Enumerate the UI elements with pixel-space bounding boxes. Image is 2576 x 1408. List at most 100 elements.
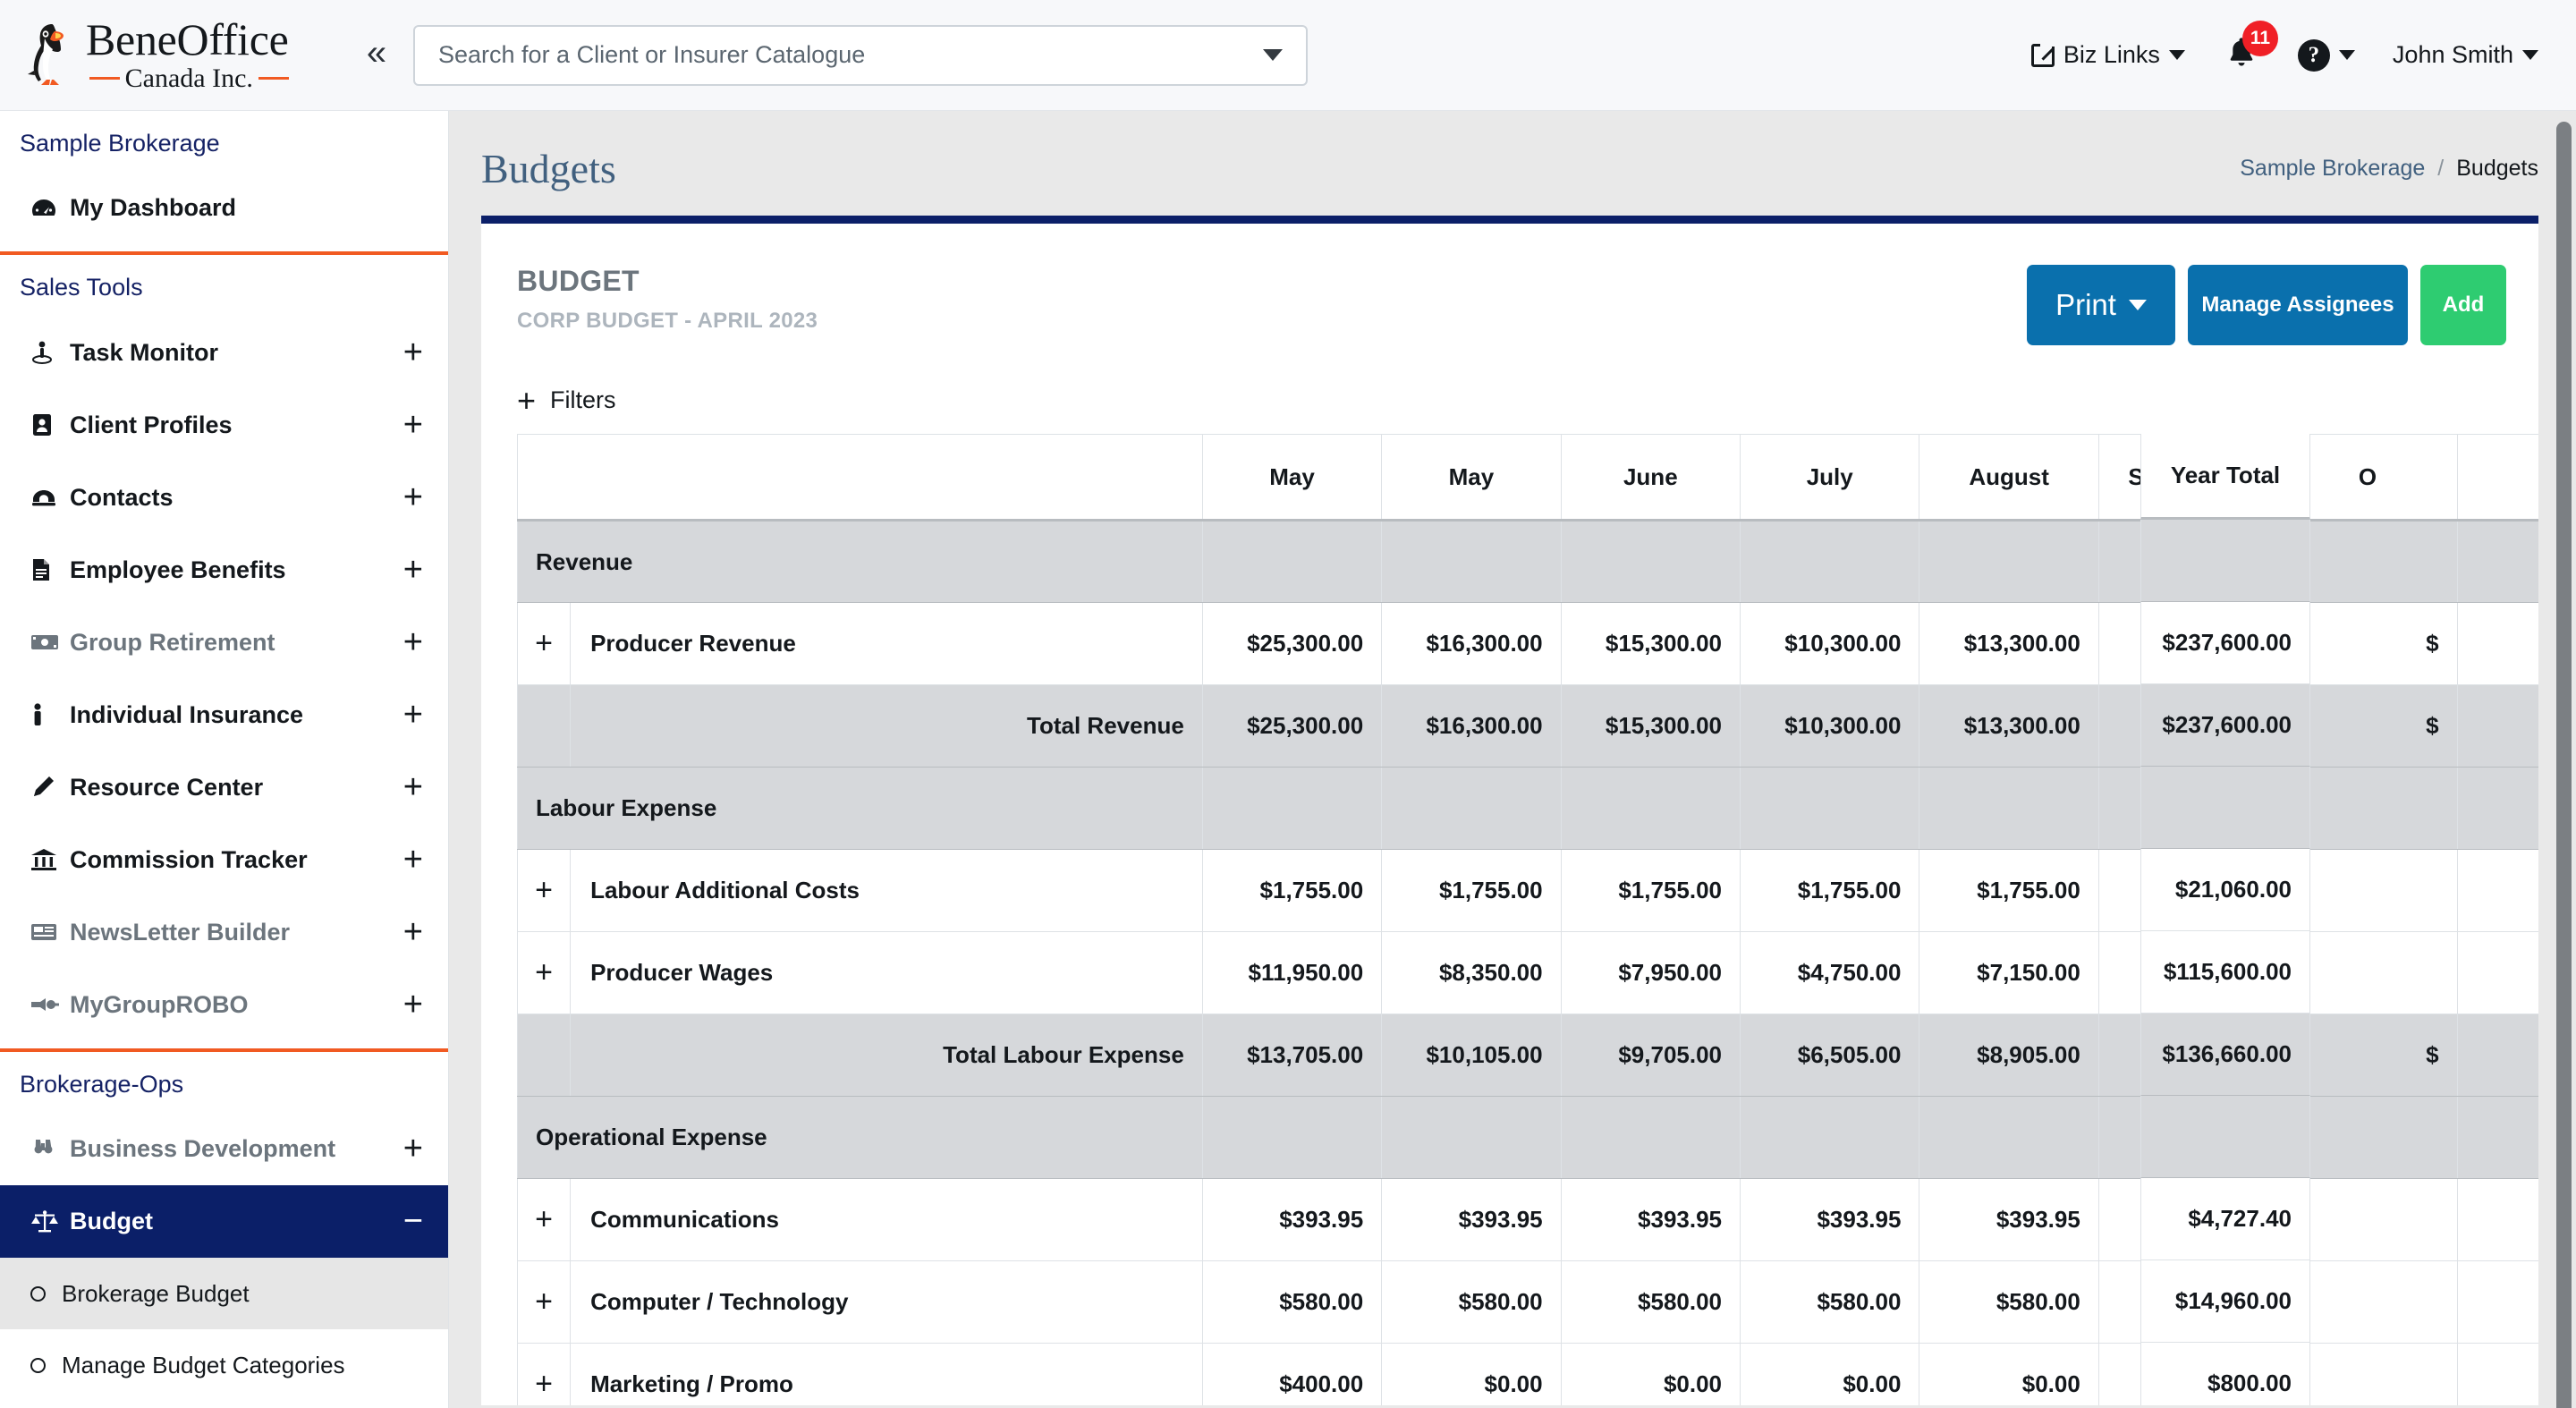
sidebar-item-business-development[interactable]: Business Development + bbox=[0, 1113, 448, 1185]
row-value[interactable]: $580.00 bbox=[1560, 1260, 1741, 1344]
page-scrollbar-thumb[interactable] bbox=[2556, 122, 2572, 1408]
row-value-clipped[interactable] bbox=[2277, 931, 2458, 1014]
row-value[interactable]: $580.00 bbox=[1201, 1260, 1383, 1344]
row-value[interactable]: $8,950.00 bbox=[2097, 931, 2279, 1014]
sidebar-item-group-retirement[interactable]: Group Retirement + bbox=[0, 606, 448, 679]
global-search[interactable] bbox=[413, 24, 1308, 86]
chevron-down-icon[interactable] bbox=[1263, 49, 1283, 61]
row-expand-toggle[interactable]: + bbox=[516, 602, 572, 685]
user-menu[interactable]: John Smith bbox=[2393, 41, 2538, 69]
expand-icon[interactable]: + bbox=[403, 480, 423, 513]
expand-icon[interactable]: + bbox=[403, 843, 423, 876]
sidebar-subitem-manage-budget-categories[interactable]: Manage Budget Categories bbox=[0, 1329, 448, 1401]
row-value[interactable]: $19,300.00 bbox=[2097, 602, 2279, 685]
row-expand-toggle[interactable]: + bbox=[516, 1343, 572, 1405]
sidebar-item-my-dashboard[interactable]: My Dashboard bbox=[0, 172, 448, 244]
collapse-icon[interactable]: − bbox=[403, 1205, 423, 1238]
row-value[interactable]: $8,350.00 bbox=[1381, 931, 1562, 1014]
sidebar-item-mygrouprobo[interactable]: MyGroupROBO + bbox=[0, 969, 448, 1041]
sidebar-item-client-profiles[interactable]: Client Profiles + bbox=[0, 389, 448, 462]
add-button[interactable]: Add bbox=[2420, 265, 2506, 345]
row-value[interactable]: $0.00 bbox=[1560, 1343, 1741, 1405]
row-value[interactable]: $580.00 bbox=[1381, 1260, 1562, 1344]
print-button[interactable]: Print bbox=[2027, 265, 2175, 345]
expand-icon[interactable]: + bbox=[403, 698, 423, 731]
row-value-clipped[interactable]: $ bbox=[2277, 602, 2458, 685]
row-value-clipped[interactable] bbox=[2277, 1178, 2458, 1261]
row-value[interactable]: $1,755.00 bbox=[1560, 849, 1741, 932]
col-header-month-5[interactable]: August bbox=[1919, 434, 2099, 522]
row-value-clipped[interactable] bbox=[2277, 849, 2458, 932]
row-value[interactable]: $393.95 bbox=[1740, 1178, 1920, 1261]
row-value[interactable]: $400.00 bbox=[1201, 1343, 1383, 1405]
search-input[interactable] bbox=[438, 26, 1252, 84]
row-expand-toggle[interactable]: + bbox=[516, 1178, 572, 1261]
app-logo[interactable]: BeneOffice Canada Inc. bbox=[0, 17, 349, 94]
sidebar-item-contacts[interactable]: Contacts + bbox=[0, 462, 448, 534]
row-value[interactable]: $1,755.00 bbox=[1919, 849, 2099, 932]
row-value[interactable]: $0.00 bbox=[2097, 1343, 2279, 1405]
row-value[interactable]: $13,300.00 bbox=[1919, 602, 2099, 685]
row-expand-toggle[interactable]: + bbox=[516, 1260, 572, 1344]
row-value[interactable]: $580.00 bbox=[1919, 1260, 2099, 1344]
manage-assignees-button[interactable]: Manage Assignees bbox=[2188, 265, 2408, 345]
sidebar-item-resource-center[interactable]: Resource Center + bbox=[0, 751, 448, 824]
col-header-month-7-clipped[interactable]: O bbox=[2277, 434, 2458, 522]
row-expand-toggle[interactable]: + bbox=[516, 931, 572, 1014]
biz-links-menu[interactable]: Biz Links bbox=[2030, 41, 2185, 69]
col-header-month-4[interactable]: July bbox=[1740, 434, 1920, 522]
row-value[interactable]: $15,300.00 bbox=[1560, 602, 1741, 685]
row-value-clipped[interactable] bbox=[2277, 1343, 2458, 1405]
expand-icon[interactable]: + bbox=[403, 553, 423, 586]
sidebar-item-budget[interactable]: Budget − bbox=[0, 1185, 448, 1259]
row-value[interactable]: $1,755.00 bbox=[1201, 849, 1383, 932]
sidebar-collapse-button[interactable]: « bbox=[349, 35, 404, 76]
col-header-month-3[interactable]: June bbox=[1560, 434, 1741, 522]
page-scrollbar-track[interactable] bbox=[2553, 111, 2576, 1408]
row-value-clipped[interactable] bbox=[2277, 1260, 2458, 1344]
row-value[interactable]: $7,150.00 bbox=[1919, 931, 2099, 1014]
row-value[interactable]: $4,750.00 bbox=[1740, 931, 1920, 1014]
row-value[interactable]: $0.00 bbox=[1919, 1343, 2099, 1405]
row-value[interactable]: $393.95 bbox=[1201, 1178, 1383, 1261]
sidebar-item-task-monitor[interactable]: Task Monitor + bbox=[0, 317, 448, 389]
filters-toggle[interactable]: + Filters bbox=[481, 345, 2538, 434]
row-value[interactable]: $393.95 bbox=[2097, 1178, 2279, 1261]
expand-icon[interactable]: + bbox=[403, 915, 423, 948]
row-value[interactable]: $393.95 bbox=[1381, 1178, 1562, 1261]
expand-icon[interactable]: + bbox=[403, 625, 423, 658]
col-header-month-2[interactable]: May bbox=[1381, 434, 1562, 522]
expand-icon[interactable]: + bbox=[403, 335, 423, 369]
expand-icon[interactable]: + bbox=[403, 988, 423, 1021]
sidebar-item-employee-benefits[interactable]: Employee Benefits + bbox=[0, 534, 448, 606]
sidebar-subitem-brokerage-budget[interactable]: Brokerage Budget bbox=[0, 1258, 448, 1330]
row-value[interactable]: $0.00 bbox=[1381, 1343, 1562, 1405]
row-value[interactable]: $1,755.00 bbox=[1740, 849, 1920, 932]
row-value[interactable]: $11,950.00 bbox=[1201, 931, 1383, 1014]
row-value[interactable]: $10,300.00 bbox=[1740, 602, 1920, 685]
row-expand-toggle[interactable]: + bbox=[516, 849, 572, 932]
row-value[interactable]: $25,300.00 bbox=[1201, 602, 1383, 685]
expand-icon[interactable]: + bbox=[403, 408, 423, 441]
col-header-month-1[interactable]: May bbox=[1201, 434, 1383, 522]
expand-icon[interactable]: + bbox=[403, 1132, 423, 1166]
help-menu[interactable]: ? bbox=[2297, 38, 2355, 72]
col-header-month-6[interactable]: September bbox=[2097, 434, 2279, 522]
row-value[interactable]: $7,950.00 bbox=[1560, 931, 1741, 1014]
sidebar-item-individual-insurance[interactable]: Individual Insurance + bbox=[0, 679, 448, 751]
row-value[interactable]: $0.00 bbox=[1740, 1343, 1920, 1405]
row-value[interactable]: $580.00 bbox=[2097, 1260, 2279, 1344]
row-value[interactable]: $1,755.00 bbox=[2097, 849, 2279, 932]
row-value[interactable]: $1,755.00 bbox=[1381, 849, 1562, 932]
breadcrumb-parent[interactable]: Sample Brokerage bbox=[2240, 156, 2425, 182]
row-value[interactable]: $393.95 bbox=[1560, 1178, 1741, 1261]
sidebar-subitem-workplace-cost-calculator[interactable]: Workplace Cost Calculator bbox=[0, 1401, 448, 1408]
sidebar-item-newsletter-builder[interactable]: NewsLetter Builder + bbox=[0, 896, 448, 969]
row-value[interactable]: $16,300.00 bbox=[1381, 602, 1562, 685]
row-value[interactable]: $580.00 bbox=[1740, 1260, 1920, 1344]
sidebar-item-commission-tracker[interactable]: Commission Tracker + bbox=[0, 824, 448, 896]
notifications-button[interactable]: 11 bbox=[2223, 21, 2278, 77]
table-section-row: Labour Expense bbox=[517, 767, 2538, 850]
row-value[interactable]: $393.95 bbox=[1919, 1178, 2099, 1261]
expand-icon[interactable]: + bbox=[403, 770, 423, 803]
